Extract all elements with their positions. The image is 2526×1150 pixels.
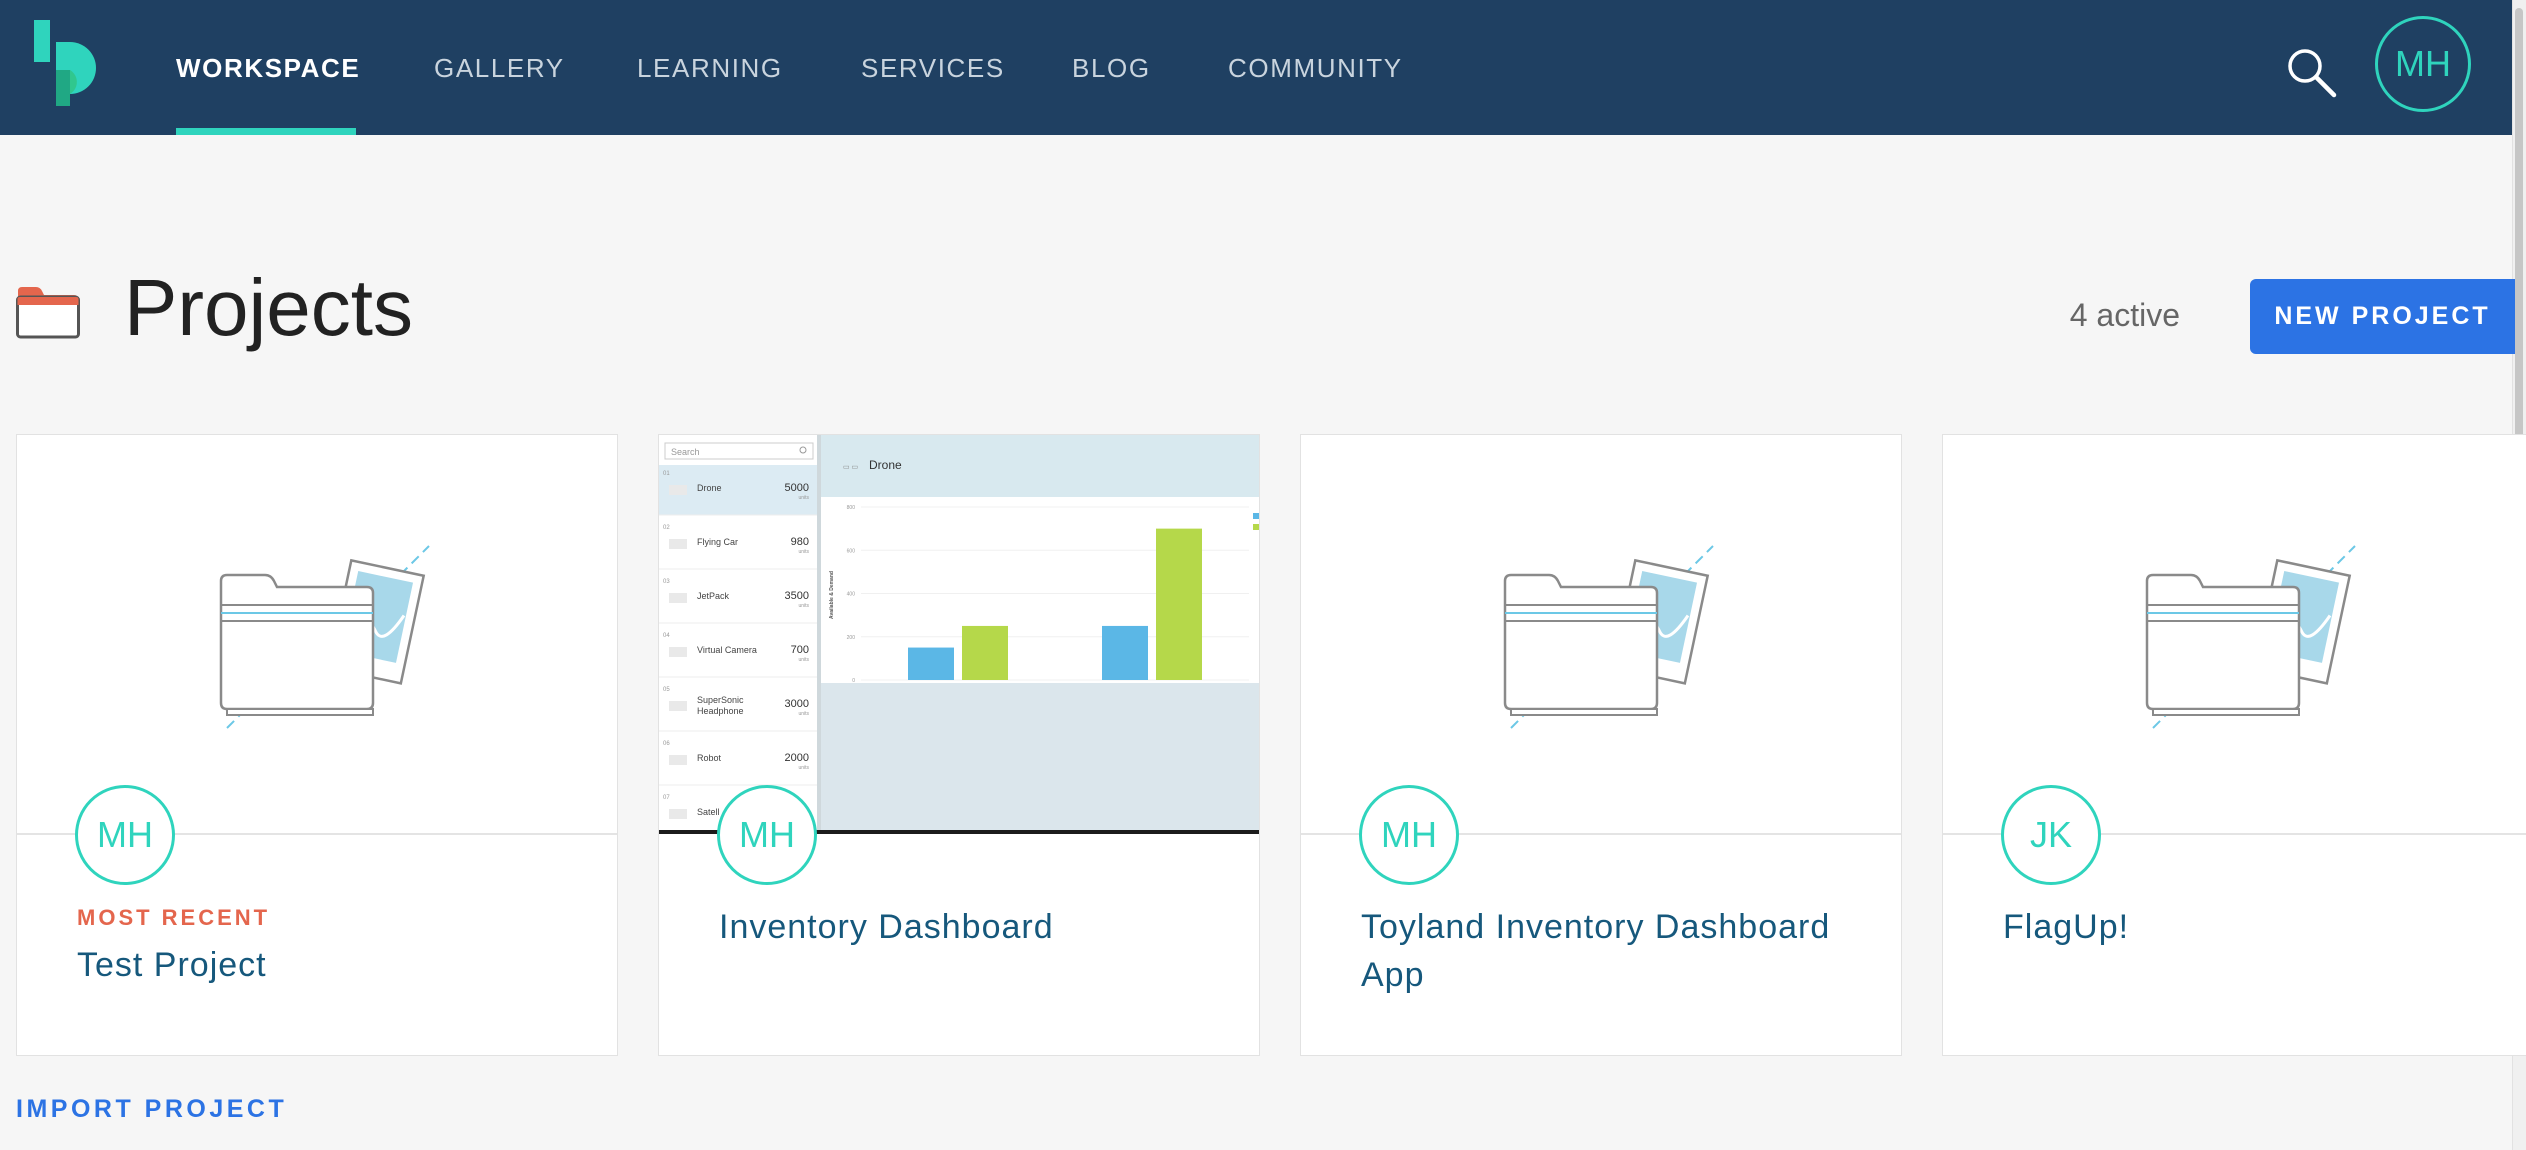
thumb-item-index: 03 bbox=[663, 579, 670, 585]
thumb-item-value: 700 bbox=[791, 644, 809, 656]
thumb-item-name: SuperSonic bbox=[697, 695, 744, 705]
owner-avatar: JK bbox=[2001, 785, 2101, 885]
chart-y-tick: 600 bbox=[847, 548, 856, 554]
chart-legend-swatch bbox=[1253, 524, 1259, 530]
thumb-item-value: 980 bbox=[791, 536, 809, 548]
thumb-item-name: Flying Car bbox=[697, 537, 738, 547]
nav-gallery[interactable]: GALLERY bbox=[434, 48, 565, 88]
search-icon[interactable] bbox=[2284, 45, 2338, 99]
nav-blog[interactable]: BLOG bbox=[1072, 48, 1151, 88]
project-card[interactable]: MH MOST RECENT Test Project bbox=[16, 434, 618, 1056]
scrollbar-thumb[interactable] bbox=[2515, 8, 2523, 498]
thumb-item-value: 2000 bbox=[785, 752, 809, 764]
page-title: Projects bbox=[124, 263, 413, 352]
thumb-item-value: 3500 bbox=[785, 590, 809, 602]
chart-bar bbox=[908, 647, 954, 680]
owner-avatar: MH bbox=[1359, 785, 1459, 885]
owner-avatar: MH bbox=[717, 785, 817, 885]
most-recent-badge: MOST RECENT bbox=[77, 905, 271, 930]
active-project-count: 4 active bbox=[2069, 297, 2180, 333]
dashboard-preview: Search 01Drone 5000units02Flying Car 980un… bbox=[659, 435, 1259, 833]
thumb-item-name: Virtual Camera bbox=[697, 645, 757, 655]
nav-workspace[interactable]: WORKSPACE bbox=[176, 48, 360, 88]
thumb-item-value: 5000 bbox=[785, 482, 809, 494]
chart-bar bbox=[1156, 528, 1202, 680]
chart-legend-swatch bbox=[1253, 513, 1259, 519]
chart-y-label: Available & Demand bbox=[829, 571, 835, 619]
empty-project-illustration bbox=[2145, 544, 2357, 730]
project-title[interactable]: FlagUp! bbox=[2003, 903, 2523, 951]
nav-learning[interactable]: LEARNING bbox=[637, 48, 783, 88]
app-logo[interactable] bbox=[34, 20, 98, 108]
thumb-item-unit: units bbox=[798, 657, 809, 663]
thumb-item-index: 02 bbox=[663, 525, 670, 531]
project-card[interactable]: Search 01 Drone 5000 units 02 Flying Car 980 un… bbox=[658, 434, 1260, 1056]
thumb-item-value: 3000 bbox=[785, 698, 809, 710]
empty-project-illustration bbox=[1503, 544, 1715, 730]
project-card[interactable]: MH Toyland Inventory Dashboard App bbox=[1300, 434, 1902, 1056]
project-thumbnail: Search 01 Drone 5000 units 02 Flying Car 980 un… bbox=[659, 435, 1259, 833]
thumb-item-index: 07 bbox=[663, 795, 670, 801]
project-title[interactable]: Toyland Inventory Dashboard App bbox=[1361, 903, 1881, 999]
chart-y-tick: 800 bbox=[847, 505, 856, 511]
thumb-item-index: 05 bbox=[663, 687, 670, 693]
owner-avatar: MH bbox=[75, 785, 175, 885]
project-card[interactable]: JK FlagUp! bbox=[1942, 434, 2526, 1056]
thumb-item-unit: units bbox=[798, 495, 809, 501]
folder-icon bbox=[16, 287, 80, 339]
top-navigation-bar: WORKSPACE GALLERY LEARNING SERVICES BLOG… bbox=[0, 0, 2512, 135]
thumb-item-index: 01 bbox=[663, 471, 670, 477]
thumb-item-index: 06 bbox=[663, 741, 670, 747]
nav-services[interactable]: SERVICES bbox=[861, 48, 1005, 88]
thumb-item-name-cont: Headphone bbox=[697, 706, 744, 716]
empty-project-illustration bbox=[219, 544, 431, 730]
import-project-link[interactable]: IMPORT PROJECT bbox=[16, 1095, 287, 1124]
thumb-item-unit: units bbox=[798, 549, 809, 555]
chart-bar bbox=[1102, 625, 1148, 680]
thumb-item-name: Drone bbox=[697, 483, 722, 493]
new-project-button[interactable]: NEW PROJECT bbox=[2250, 279, 2515, 354]
chart-bar bbox=[962, 625, 1008, 680]
project-title[interactable]: Inventory Dashboard bbox=[719, 903, 1239, 951]
user-avatar[interactable]: MH bbox=[2375, 16, 2471, 112]
svg-text:▭ ▭: ▭ ▭ bbox=[843, 464, 858, 471]
thumb-item-index: 04 bbox=[663, 633, 670, 639]
thumb-item-name: JetPack bbox=[697, 591, 730, 601]
thumb-item-unit: units bbox=[798, 603, 809, 609]
nav-community[interactable]: COMMUNITY bbox=[1228, 48, 1403, 88]
thumb-item-unit: units bbox=[798, 765, 809, 771]
thumb-search-input: Search bbox=[671, 447, 700, 457]
thumb-header-title: Drone bbox=[869, 458, 902, 472]
thumb-item-name: Robot bbox=[697, 753, 722, 763]
chart-y-tick: 400 bbox=[847, 592, 856, 598]
chart-y-tick: 200 bbox=[847, 635, 856, 641]
thumb-item-name: Satell bbox=[697, 807, 720, 817]
nav-active-indicator bbox=[176, 128, 356, 135]
thumb-item-unit: units bbox=[798, 711, 809, 717]
project-title[interactable]: Test Project bbox=[77, 941, 597, 989]
